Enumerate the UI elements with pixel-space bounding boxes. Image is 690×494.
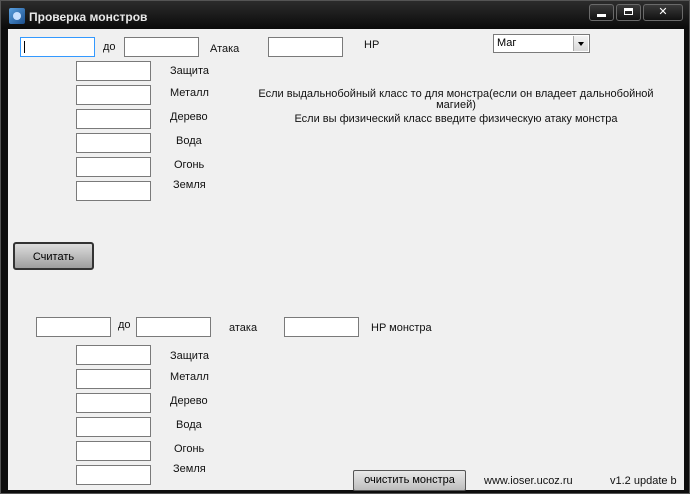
version-label: v1.2 update b <box>610 475 677 487</box>
bottom-range-separator: до <box>118 319 131 331</box>
close-icon: ✕ <box>658 6 668 18</box>
bottom-hp-label: HP монстра <box>371 322 432 334</box>
bottom-water-label: Вода <box>176 419 202 431</box>
app-icon <box>9 8 25 24</box>
top-water-label: Вода <box>176 135 202 147</box>
top-earth-input[interactable] <box>76 181 151 201</box>
top-range-separator: до <box>103 41 116 53</box>
bottom-attack-min-input[interactable] <box>36 317 111 337</box>
class-select[interactable]: Маг <box>493 34 590 53</box>
top-metal-label: Металл <box>170 87 209 99</box>
bottom-fire-label: Огонь <box>174 443 205 455</box>
note-line-2: магией) <box>436 99 476 111</box>
top-wood-input[interactable] <box>76 109 151 129</box>
top-metal-input[interactable] <box>76 85 151 105</box>
calculate-button[interactable]: Считать <box>13 242 94 270</box>
chevron-down-icon[interactable] <box>573 36 588 51</box>
text-caret <box>24 41 25 53</box>
ranged-class-note: Если выдальнобойный класс то для монстра… <box>246 89 666 111</box>
bottom-defense-input[interactable] <box>76 345 151 365</box>
clear-monster-button[interactable]: очистить монстра <box>353 470 466 491</box>
top-attack-min-input[interactable] <box>20 37 95 57</box>
physical-class-note: Если вы физический класс введите физичес… <box>294 113 618 125</box>
top-fire-input[interactable] <box>76 157 151 177</box>
top-attack-max-input[interactable] <box>124 37 199 57</box>
top-defense-label: Защита <box>170 65 209 77</box>
bottom-fire-input[interactable] <box>76 441 151 461</box>
close-button[interactable]: ✕ <box>643 4 683 21</box>
bottom-attack-max-input[interactable] <box>136 317 211 337</box>
top-earth-label: Земля <box>173 179 206 191</box>
top-hp-input[interactable] <box>268 37 343 57</box>
bottom-earth-input[interactable] <box>76 465 151 485</box>
form-client-area: до Атака HP Маг Защита Металл Дерево Вод… <box>8 29 684 491</box>
top-wood-label: Дерево <box>170 111 208 123</box>
bottom-water-input[interactable] <box>76 417 151 437</box>
class-select-value: Маг <box>497 37 517 49</box>
minimize-button[interactable] <box>589 4 614 21</box>
bottom-attack-label: атака <box>229 322 258 334</box>
window-title: Проверка монстров <box>29 10 148 24</box>
title-bar[interactable]: Проверка монстров ✕ <box>1 1 689 29</box>
bottom-earth-label: Земля <box>173 463 206 475</box>
bottom-metal-label: Металл <box>170 371 209 383</box>
bottom-hp-input[interactable] <box>284 317 359 337</box>
top-attack-label: Атака <box>210 43 240 55</box>
top-fire-label: Огонь <box>174 159 205 171</box>
site-url: www.ioser.ucoz.ru <box>484 475 573 487</box>
bottom-wood-label: Дерево <box>170 395 208 407</box>
bottom-metal-input[interactable] <box>76 369 151 389</box>
main-window: Проверка монстров ✕ до Атака HP Маг Защи… <box>0 0 690 494</box>
bottom-defense-label: Защита <box>170 350 209 362</box>
top-hp-label: HP <box>364 39 380 51</box>
top-water-input[interactable] <box>76 133 151 153</box>
bottom-wood-input[interactable] <box>76 393 151 413</box>
maximize-button[interactable] <box>616 4 641 21</box>
top-defense-input[interactable] <box>76 61 151 81</box>
minimize-icon <box>597 14 606 17</box>
maximize-icon <box>624 8 633 15</box>
